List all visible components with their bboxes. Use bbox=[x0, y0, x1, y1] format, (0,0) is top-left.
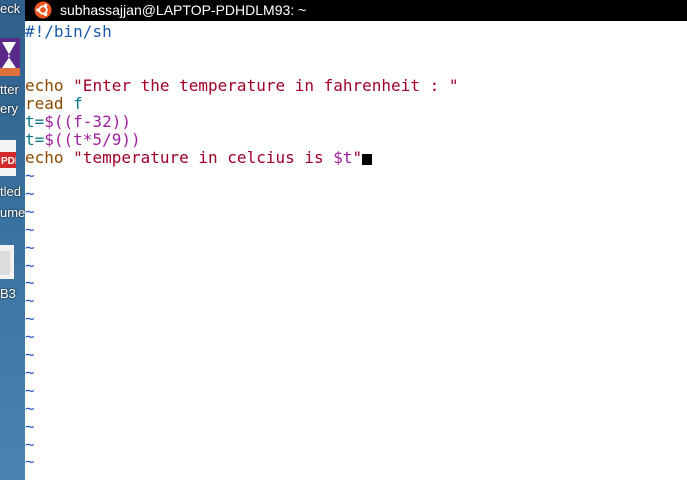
multiply-line: t=$((t*5/9)) bbox=[25, 131, 141, 149]
app-shortcut-icon[interactable] bbox=[0, 38, 20, 76]
window-title: subhassajjan@LAPTOP-PDHDLM93: ~ bbox=[60, 2, 307, 18]
tilde-marker: ~ bbox=[25, 201, 35, 221]
database-file-icon[interactable] bbox=[0, 245, 14, 279]
tilde-marker: ~ bbox=[25, 380, 35, 400]
desktop-label-file-2: ume bbox=[0, 205, 25, 220]
window-title-bar[interactable]: subhassajjan@LAPTOP-PDHDLM93: ~ bbox=[25, 0, 687, 21]
tilde-marker: ~ bbox=[25, 291, 35, 311]
shebang-line: #!/bin/sh bbox=[25, 22, 112, 41]
multiply-assign: t= bbox=[25, 130, 45, 149]
tilde-marker: ~ bbox=[25, 327, 35, 347]
subtract-assign: t= bbox=[25, 112, 45, 131]
echo-keyword: echo bbox=[25, 76, 74, 95]
echo-prompt-line: echo "Enter the temperature in fahrenhei… bbox=[25, 77, 458, 95]
tilde-marker: ~ bbox=[25, 452, 35, 472]
pdf-file-icon[interactable]: PDF bbox=[0, 140, 16, 176]
tilde-marker: ~ bbox=[25, 255, 35, 275]
desktop-label-top: eck bbox=[0, 1, 21, 16]
echo-result-variable: $t bbox=[333, 148, 353, 167]
tilde-marker: ~ bbox=[25, 166, 35, 185]
subtract-expression: $((f-32)) bbox=[44, 112, 131, 131]
tilde-marker: ~ bbox=[25, 398, 35, 418]
text-cursor bbox=[362, 154, 373, 165]
echo-keyword-2: echo bbox=[25, 148, 74, 167]
multiply-expression: $((t*5/9)) bbox=[44, 130, 141, 149]
tilde-marker: ~ bbox=[25, 309, 35, 329]
tilde-marker: ~ bbox=[25, 345, 35, 364]
desktop-label-app-2: ery bbox=[0, 101, 19, 116]
terminal-editor[interactable]: #!/bin/sh echo "Enter the temperature in… bbox=[25, 21, 687, 480]
tilde-marker: ~ bbox=[25, 362, 35, 382]
subtract-line: t=$((f-32)) bbox=[25, 113, 131, 131]
pdf-badge-text: PDF bbox=[1, 156, 16, 167]
tilde-marker: ~ bbox=[25, 183, 35, 203]
echo-result-string: "temperature in celcius is bbox=[73, 148, 334, 167]
desktop-strip: eck tter ery PDF tled ume B3 bbox=[0, 0, 25, 480]
echo-prompt-string: "Enter the temperature in fahrenheit : " bbox=[73, 76, 459, 95]
tilde-marker: ~ bbox=[25, 434, 35, 454]
ubuntu-icon bbox=[34, 1, 52, 19]
read-variable: f bbox=[73, 94, 83, 113]
tilde-marker: ~ bbox=[25, 416, 35, 436]
tilde-marker: ~ bbox=[25, 237, 35, 257]
tilde-marker: ~ bbox=[25, 273, 35, 293]
desktop-label-db: B3 bbox=[0, 286, 16, 301]
read-keyword: read bbox=[25, 94, 74, 113]
echo-result-quote: " bbox=[352, 148, 363, 167]
echo-result-line: echo "temperature in celcius is $t" bbox=[25, 148, 373, 167]
read-line: read f bbox=[25, 95, 83, 113]
desktop-label-file-1: tled bbox=[0, 184, 21, 199]
tilde-marker: ~ bbox=[25, 219, 35, 239]
desktop-label-app-1: tter bbox=[0, 82, 19, 97]
